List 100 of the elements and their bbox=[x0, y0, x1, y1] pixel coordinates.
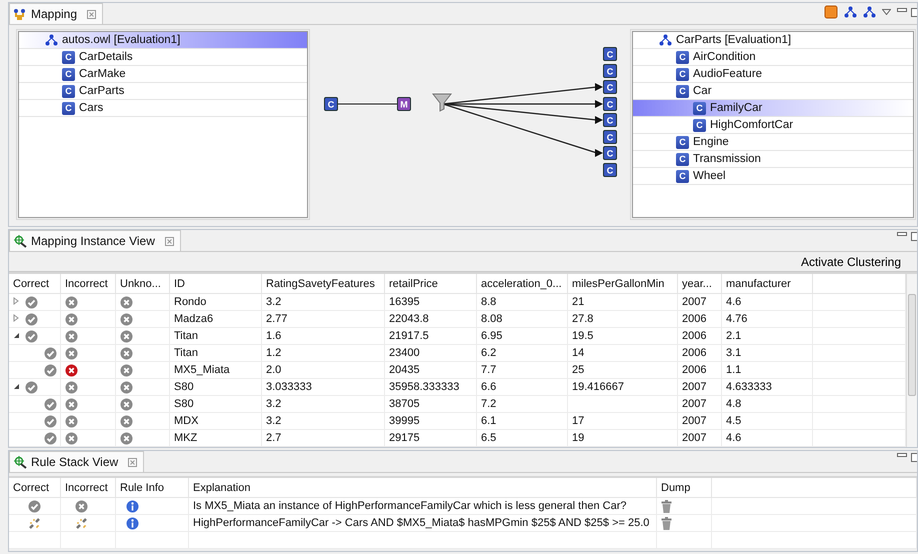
tree-item[interactable]: C Wheel bbox=[633, 168, 913, 185]
class-node[interactable]: C bbox=[324, 97, 338, 111]
maximize-icon[interactable] bbox=[911, 8, 917, 16]
table-cell: 25 bbox=[568, 362, 678, 379]
expander-icon[interactable] bbox=[13, 382, 22, 392]
check-icon[interactable] bbox=[25, 296, 38, 308]
broken-link-icon[interactable] bbox=[75, 516, 88, 530]
minimize-icon[interactable] bbox=[897, 453, 907, 458]
check-icon[interactable] bbox=[25, 312, 38, 326]
check-icon[interactable] bbox=[25, 330, 38, 342]
column-header[interactable]: Incorrect bbox=[61, 478, 116, 498]
check-icon[interactable] bbox=[44, 414, 57, 428]
check-icon[interactable] bbox=[28, 500, 41, 512]
column-header[interactable]: Correct bbox=[9, 274, 61, 294]
tree-item[interactable]: C CarParts bbox=[19, 83, 307, 100]
column-header[interactable]: retailPrice bbox=[385, 274, 477, 294]
activate-clustering-button[interactable]: Activate Clustering bbox=[796, 252, 905, 270]
cross-icon[interactable] bbox=[75, 500, 88, 512]
table-cell: MDX bbox=[170, 413, 262, 430]
cross-icon[interactable] bbox=[120, 432, 133, 444]
column-header[interactable]: Dump bbox=[657, 478, 712, 498]
column-header[interactable]: Rule Info bbox=[116, 478, 189, 498]
table-cell: 19.416667 bbox=[568, 379, 678, 396]
cross-icon[interactable] bbox=[120, 414, 133, 428]
tree-item[interactable]: C Engine bbox=[633, 134, 913, 151]
table-cell: 6.2 bbox=[477, 345, 568, 362]
column-header[interactable]: RatingSavetyFeatures bbox=[262, 274, 385, 294]
column-header[interactable]: milesPerGallonMin bbox=[568, 274, 678, 294]
mapping-tab[interactable]: Mapping bbox=[9, 3, 104, 24]
cross-icon[interactable] bbox=[65, 398, 78, 410]
table-cell: 2007 bbox=[678, 379, 722, 396]
table-cell: 4.6 bbox=[722, 294, 813, 311]
class-node[interactable]: C bbox=[603, 64, 617, 78]
close-icon[interactable] bbox=[164, 236, 174, 246]
column-header[interactable]: acceleration_0... bbox=[477, 274, 568, 294]
close-icon[interactable] bbox=[128, 458, 138, 466]
column-header[interactable]: ID bbox=[170, 274, 262, 294]
check-icon[interactable] bbox=[25, 380, 38, 394]
tree-item[interactable]: C CarDetails bbox=[19, 49, 307, 66]
cross-icon[interactable] bbox=[120, 346, 133, 360]
check-icon[interactable] bbox=[44, 432, 57, 444]
class-node[interactable]: C bbox=[603, 163, 617, 177]
dropdown-icon[interactable] bbox=[882, 9, 891, 15]
tree-item[interactable]: autos.owl [Evaluation1] bbox=[19, 32, 307, 49]
trash-icon[interactable] bbox=[661, 516, 672, 530]
class-node[interactable]: C bbox=[603, 113, 617, 127]
table-cell: 2007 bbox=[678, 396, 722, 413]
maximize-icon[interactable] bbox=[911, 232, 917, 241]
expander-icon[interactable] bbox=[13, 332, 22, 340]
class-node[interactable]: C bbox=[603, 130, 617, 144]
class-node[interactable]: C bbox=[603, 146, 617, 160]
info-icon[interactable] bbox=[126, 500, 139, 512]
cross-icon[interactable] bbox=[120, 364, 133, 376]
check-icon[interactable] bbox=[44, 346, 57, 360]
table-cell: 3.033333 bbox=[262, 379, 385, 396]
column-header[interactable]: year... bbox=[678, 274, 722, 294]
close-icon[interactable] bbox=[87, 10, 96, 18]
column-header[interactable]: manufacturer bbox=[722, 274, 813, 294]
instance-view-tab[interactable]: Mapping Instance View bbox=[9, 230, 181, 251]
maximize-icon[interactable] bbox=[911, 453, 917, 462]
cross-icon[interactable] bbox=[65, 414, 78, 428]
cross-icon[interactable] bbox=[65, 346, 78, 360]
cross-icon[interactable] bbox=[65, 380, 78, 394]
column-header[interactable]: Correct bbox=[9, 478, 61, 498]
class-node[interactable]: C bbox=[603, 80, 617, 94]
tree-item[interactable]: C AirCondition bbox=[633, 49, 913, 66]
tree-item[interactable]: C FamilyCar bbox=[633, 100, 913, 117]
class-node[interactable]: C bbox=[603, 47, 617, 61]
minimize-icon[interactable] bbox=[897, 8, 907, 12]
tree-item[interactable]: C Cars bbox=[19, 100, 307, 117]
broken-link-icon[interactable] bbox=[28, 516, 41, 530]
cross-icon[interactable] bbox=[120, 330, 133, 342]
cross-icon[interactable] bbox=[120, 380, 133, 394]
tree-item[interactable]: CarParts [Evaluation1] bbox=[633, 32, 913, 49]
cross-icon[interactable] bbox=[120, 398, 133, 410]
tree-item[interactable]: C HighComfortCar bbox=[633, 117, 913, 134]
rule-stack-tab[interactable]: Rule Stack View bbox=[9, 451, 144, 472]
check-icon[interactable] bbox=[44, 364, 57, 376]
tree-item[interactable]: C AudioFeature bbox=[633, 66, 913, 83]
tree-item[interactable]: C Transmission bbox=[633, 151, 913, 168]
check-icon[interactable] bbox=[44, 398, 57, 410]
cross-icon[interactable] bbox=[120, 312, 133, 326]
column-header[interactable]: Explanation bbox=[189, 478, 657, 498]
cross-icon[interactable] bbox=[65, 330, 78, 342]
tree-item[interactable]: C CarMake bbox=[19, 66, 307, 83]
cross-icon[interactable] bbox=[65, 312, 78, 326]
cross-icon[interactable] bbox=[65, 364, 78, 376]
minimize-icon[interactable] bbox=[897, 232, 907, 237]
cross-icon[interactable] bbox=[65, 432, 78, 444]
column-header[interactable]: Unkno... bbox=[116, 274, 170, 294]
table-cell: 4.8 bbox=[722, 396, 813, 413]
class-node[interactable]: C bbox=[603, 97, 617, 111]
table-cell: 3.2 bbox=[262, 396, 385, 413]
cross-icon[interactable] bbox=[65, 296, 78, 308]
cross-icon[interactable] bbox=[120, 296, 133, 308]
column-header[interactable]: Incorrect bbox=[61, 274, 116, 294]
scrollbar[interactable] bbox=[906, 274, 917, 447]
info-icon[interactable] bbox=[126, 516, 139, 530]
transform-node[interactable]: M bbox=[397, 97, 411, 111]
trash-icon[interactable] bbox=[661, 500, 672, 512]
